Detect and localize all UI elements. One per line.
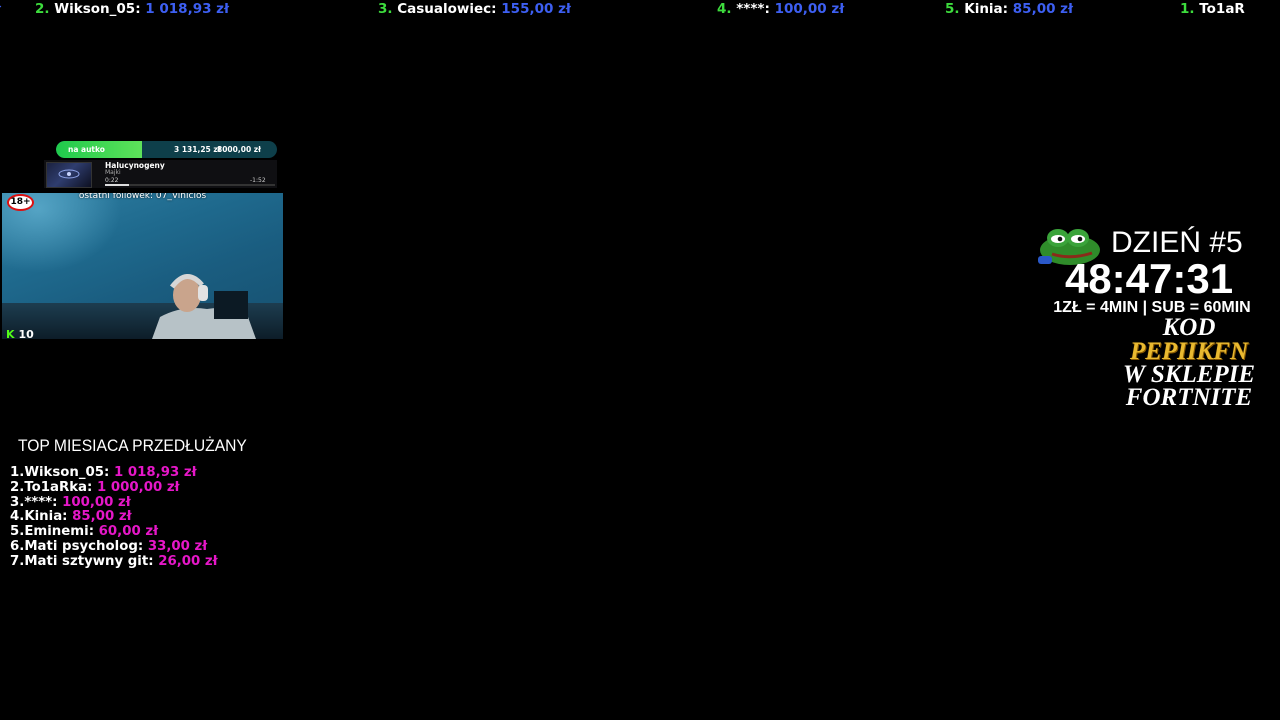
list-item: 4.Kinia: 85,00 zł	[10, 509, 218, 525]
top-rank: 4.	[10, 509, 25, 525]
ticker-item: 3. Casualowiec: 155,00 zł	[378, 0, 571, 18]
last-follower-label: ostatni followek: 07_Vinicios	[78, 193, 207, 201]
ticker-rank: 5.	[945, 1, 960, 17]
ticker-item: 2. Wikson_05: 1 018,93 zł	[35, 0, 229, 18]
goal-target-amount: 8000,00 zł	[217, 145, 261, 154]
ticker-name: Kinia:	[964, 1, 1009, 17]
top-name: To1aRka:	[24, 479, 93, 495]
track-progress-bar	[105, 184, 275, 186]
ticker-name: To1aR	[1199, 1, 1245, 17]
top-name: Wikson_05:	[24, 465, 110, 480]
top-name: Eminemi:	[24, 524, 95, 540]
top-rank: 2.	[10, 479, 25, 495]
ticker-amount: 85,00 zł	[1012, 1, 1074, 17]
ticker-rank: 2.	[35, 1, 50, 17]
top-name: Mati psycholog:	[24, 538, 144, 554]
top-amount: 33,00 zł	[147, 538, 208, 554]
track-elapsed: 0:22	[105, 177, 119, 184]
list-item: 3.****: 100,00 zł	[10, 494, 218, 511]
list-item: 1.Wikson_05: 1 018,93 zł	[10, 465, 218, 481]
top-name: ****:	[24, 494, 58, 510]
now-playing-widget: Halucynogeny Majki 0:22 -1:52	[44, 160, 277, 188]
list-item: 7.Mati sztywny git: 26,00 zł	[10, 553, 218, 570]
track-remaining: -1:52	[250, 177, 266, 184]
top-amount: 60,00 zł	[98, 524, 159, 540]
ticker-amount: 155,00 zł	[501, 1, 571, 17]
top-name: Kinia:	[24, 509, 68, 525]
ticker-rank: 3.	[378, 1, 393, 17]
top-name: Mati sztywny git:	[24, 553, 154, 569]
kick-viewer-count: K 10	[6, 328, 34, 339]
goal-current-amount: 3 131,25 zł	[174, 145, 221, 154]
top-amount: 85,00 zł	[72, 509, 132, 525]
top-rank: 5.	[10, 524, 25, 540]
track-progress-fill	[105, 184, 129, 186]
ticker-item: 1. To1aR	[1180, 0, 1245, 18]
viewer-count: 10	[18, 328, 34, 339]
ticker-rank: 4.	[717, 1, 732, 17]
top-month-title: TOP MIESIACA PRZEDŁUŻANY	[18, 436, 247, 455]
top-rank: 3.	[10, 494, 25, 510]
top-amount: 26,00 zł	[158, 553, 218, 569]
streamer-figure	[152, 274, 256, 339]
ticker-item: 5. Kinia: 85,00 zł	[945, 0, 1073, 18]
ticker-amount: 100,00 zł	[774, 1, 845, 17]
ticker-name: Casualowiec:	[397, 1, 497, 17]
top-rank: 7.	[10, 553, 25, 569]
ticker-name: ****:	[736, 1, 770, 17]
track-artist: Majki	[105, 169, 121, 176]
donation-goal-bar: na autko 3 131,25 zł 8000,00 zł	[56, 141, 277, 158]
subathon-rates: 1ZŁ = 4MIN | SUB = 60MIN	[1053, 299, 1251, 316]
list-item: 6.Mati psycholog: 33,00 zł	[10, 538, 218, 555]
kick-logo-icon: K	[6, 328, 15, 339]
ticker-name: Wikson_05:	[54, 1, 141, 17]
ticker-fragment: ł	[0, 0, 1, 18]
top-amount: 100,00 zł	[62, 494, 131, 510]
goal-label: na autko	[68, 145, 105, 154]
ticker-rank: 1.	[1180, 1, 1195, 17]
top-amount: 1 000,00 zł	[97, 479, 180, 495]
top-month-list: 1.Wikson_05: 1 018,93 zł 2.To1aRka: 1 00…	[10, 465, 218, 570]
promo-game-line: FORTNITE	[1125, 384, 1253, 411]
top-rank: 1.	[10, 465, 25, 480]
webcam-feed: 18+ ostatni followek: 07_Vinicios K 10	[2, 193, 283, 339]
subathon-timer: 48:47:31	[1064, 255, 1234, 302]
donation-ticker: ł 2. Wikson_05: 1 018,93 zł 3. Casualowi…	[0, 0, 1280, 18]
ticker-amount: 1 018,93 zł	[145, 1, 230, 17]
album-art-icon	[58, 169, 80, 179]
list-item: 5.Eminemi: 60,00 zł	[10, 524, 218, 540]
top-rank: 6.	[10, 538, 25, 554]
album-art	[46, 162, 92, 188]
ticker-item: 4. ****: 100,00 zł	[717, 0, 844, 18]
promo-label: KOD	[1162, 314, 1216, 341]
list-item: 2.To1aRka: 1 000,00 zł	[10, 479, 218, 496]
top-amount: 1 018,93 zł	[114, 465, 197, 480]
